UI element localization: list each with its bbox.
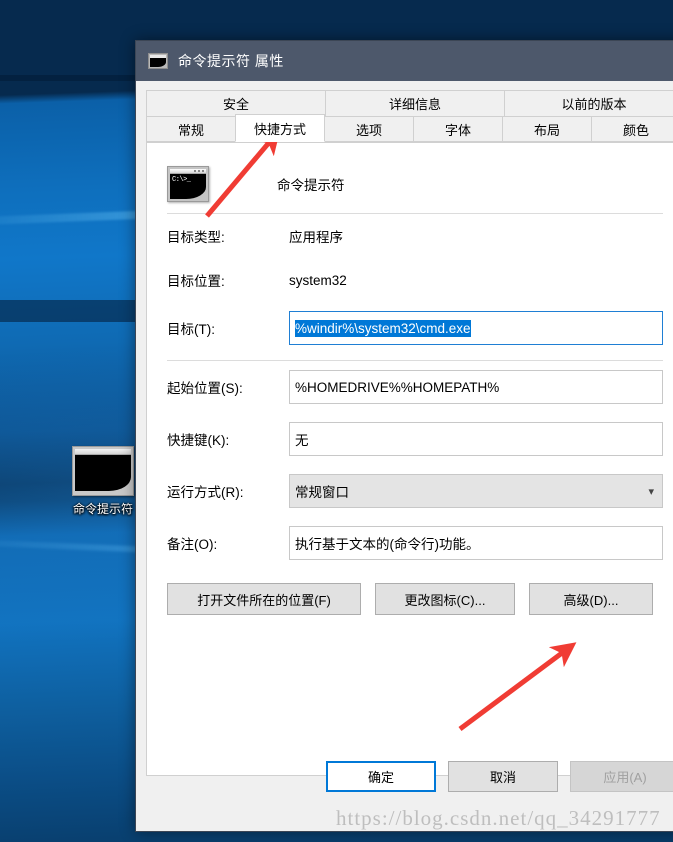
start-in-value: %HOMEDRIVE%%HOMEPATH% bbox=[295, 379, 500, 395]
command-prompt-icon bbox=[148, 53, 168, 69]
chevron-down-icon: ▾ bbox=[648, 485, 654, 498]
tab-details[interactable]: 详细信息 bbox=[325, 90, 505, 116]
start-in-label: 起始位置(S): bbox=[167, 381, 243, 396]
tab-row-bottom: 常规 快捷方式 选项 字体 布局 颜色 bbox=[146, 114, 673, 142]
target-location-value: system32 bbox=[289, 272, 347, 288]
run-mode-row: 运行方式(R): 常规窗口 ▾ bbox=[167, 465, 663, 517]
cancel-button[interactable]: 取消 bbox=[448, 761, 558, 792]
shortcut-action-buttons: 打开文件所在的位置(F) 更改图标(C)... 高级(D)... bbox=[167, 583, 663, 615]
dialog-titlebar[interactable]: 命令提示符 属性 bbox=[136, 41, 673, 81]
shortcut-key-row: 快捷键(K): 无 bbox=[167, 413, 663, 465]
app-header: C:\>_ 命令提示符 bbox=[167, 143, 663, 207]
shortcut-tab-panel: C:\>_ 命令提示符 目标类型: 应用程序 目标位置: system32 目标… bbox=[146, 142, 673, 776]
tab-row-top: 安全 详细信息 以前的版本 bbox=[146, 90, 673, 116]
watermark-text: https://blog.csdn.net/qq_34291777 bbox=[336, 806, 661, 830]
target-location-label: 目标位置: bbox=[167, 274, 225, 289]
icon-prompt-text: C:\>_ bbox=[170, 174, 206, 199]
apply-button: 应用(A) bbox=[570, 761, 673, 792]
dialog-title: 命令提示符 属性 bbox=[178, 53, 284, 69]
run-mode-label: 运行方式(R): bbox=[167, 485, 244, 500]
command-prompt-icon bbox=[72, 446, 134, 496]
tab-previous-versions[interactable]: 以前的版本 bbox=[504, 90, 673, 116]
change-icon-button[interactable]: 更改图标(C)... bbox=[375, 583, 515, 615]
target-input-value: %windir%\system32\cmd.exe bbox=[295, 319, 471, 337]
tab-strip: 安全 详细信息 以前的版本 常规 快捷方式 选项 字体 布局 颜色 bbox=[136, 81, 673, 142]
comment-row: 备注(O): 执行基于文本的(命令行)功能。 bbox=[167, 517, 663, 569]
target-type-row: 目标类型: 应用程序 bbox=[167, 214, 663, 258]
advanced-button[interactable]: 高级(D)... bbox=[529, 583, 653, 615]
app-name-label: 命令提示符 bbox=[277, 178, 345, 193]
shortcut-key-label: 快捷键(K): bbox=[167, 433, 230, 448]
ok-button[interactable]: 确定 bbox=[326, 761, 436, 792]
target-label: 目标(T): bbox=[167, 322, 215, 337]
comment-value: 执行基于文本的(命令行)功能。 bbox=[295, 537, 480, 552]
start-in-input[interactable]: %HOMEDRIVE%%HOMEPATH% bbox=[289, 370, 663, 404]
tab-font[interactable]: 字体 bbox=[413, 116, 503, 142]
properties-dialog: 命令提示符 属性 安全 详细信息 以前的版本 常规 快捷方式 选项 字体 布局 … bbox=[135, 40, 673, 832]
target-row: 目标(T): %windir%\system32\cmd.exe bbox=[167, 302, 663, 354]
target-location-row: 目标位置: system32 bbox=[167, 258, 663, 302]
target-type-value: 应用程序 bbox=[289, 230, 343, 245]
shortcut-key-value: 无 bbox=[295, 433, 309, 448]
run-mode-select[interactable]: 常规窗口 ▾ bbox=[289, 474, 663, 508]
tab-colors[interactable]: 颜色 bbox=[591, 116, 673, 142]
tab-security[interactable]: 安全 bbox=[146, 90, 326, 116]
tab-options[interactable]: 选项 bbox=[324, 116, 414, 142]
run-mode-value: 常规窗口 bbox=[295, 485, 349, 500]
comment-label: 备注(O): bbox=[167, 537, 218, 552]
target-type-label: 目标类型: bbox=[167, 230, 225, 245]
shortcut-key-input[interactable]: 无 bbox=[289, 422, 663, 456]
comment-input[interactable]: 执行基于文本的(命令行)功能。 bbox=[289, 526, 663, 560]
start-in-row: 起始位置(S): %HOMEDRIVE%%HOMEPATH% bbox=[167, 361, 663, 413]
tab-shortcut[interactable]: 快捷方式 bbox=[235, 114, 325, 142]
tab-layout[interactable]: 布局 bbox=[502, 116, 592, 142]
open-file-location-button[interactable]: 打开文件所在的位置(F) bbox=[167, 583, 361, 615]
target-input[interactable]: %windir%\system32\cmd.exe bbox=[289, 311, 663, 345]
tab-general[interactable]: 常规 bbox=[146, 116, 236, 142]
command-prompt-icon: C:\>_ bbox=[167, 166, 209, 202]
